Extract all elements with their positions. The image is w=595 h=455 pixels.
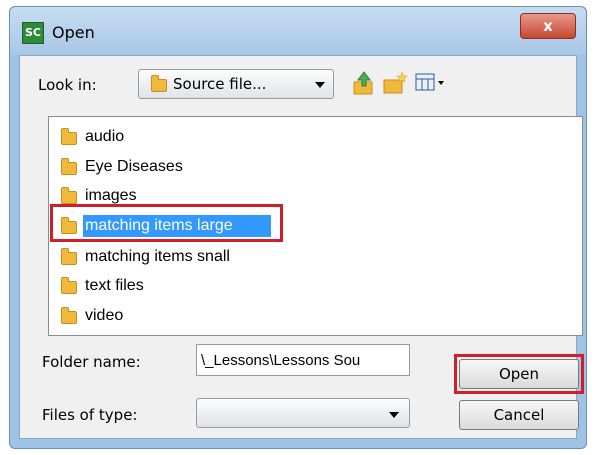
item-label: Eye Diseases <box>85 158 183 175</box>
folder-name-input[interactable] <box>197 345 409 375</box>
folder-icon <box>61 158 77 175</box>
item-label: text files <box>85 277 144 294</box>
list-item[interactable]: video <box>55 304 315 330</box>
chevron-down-icon <box>315 82 325 88</box>
item-label: video <box>85 307 124 324</box>
folder-icon <box>61 277 77 294</box>
cancel-button[interactable]: Cancel <box>459 400 579 430</box>
up-folder-icon[interactable] <box>352 70 376 96</box>
look-in-dropdown[interactable]: Source file... <box>138 69 334 99</box>
open-dialog: SC Open x Look in: Source file... audio … <box>9 6 587 449</box>
view-menu-icon[interactable] <box>414 70 448 96</box>
list-item[interactable]: audio <box>55 125 315 151</box>
open-button[interactable]: Open <box>459 359 579 389</box>
folder-name-label: Folder name: <box>42 353 141 371</box>
chevron-down-icon <box>389 412 399 418</box>
app-icon: SC <box>22 22 44 44</box>
files-of-type-label: Files of type: <box>42 406 138 424</box>
look-in-value: Source file... <box>173 75 267 93</box>
list-item[interactable]: text files <box>55 274 315 300</box>
folder-name-field[interactable] <box>196 344 410 376</box>
folder-icon <box>61 187 77 204</box>
selected-item-highlight-box <box>50 204 283 242</box>
folder-icon <box>61 307 77 324</box>
item-label: images <box>85 187 137 204</box>
look-in-label: Look in: <box>38 76 97 94</box>
new-folder-icon[interactable] <box>382 70 408 96</box>
folder-icon <box>61 128 77 145</box>
list-item[interactable]: Eye Diseases <box>55 155 315 181</box>
item-label: audio <box>85 128 125 145</box>
folder-icon <box>61 248 77 265</box>
window-title: Open <box>52 23 95 42</box>
item-label: matching items snall <box>85 248 230 265</box>
files-of-type-dropdown[interactable] <box>196 398 410 428</box>
dialog-body: Look in: Source file... audio Eye Diseas… <box>19 55 584 439</box>
title-bar[interactable]: SC Open x <box>10 7 586 55</box>
list-item[interactable]: matching items snall <box>55 245 315 271</box>
folder-icon <box>151 75 167 92</box>
close-button[interactable]: x <box>520 13 576 39</box>
